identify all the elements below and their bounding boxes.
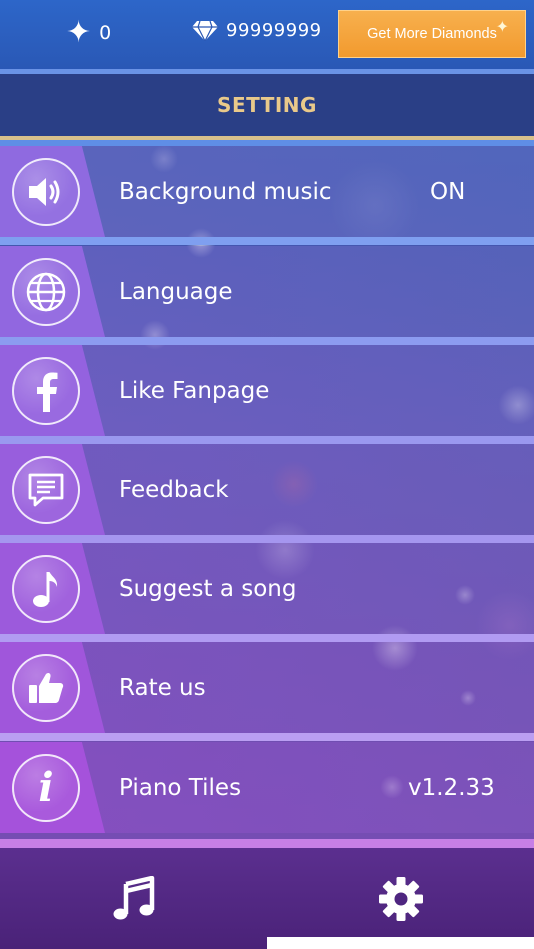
music-notes-icon [113,875,154,919]
setting-label: Language [119,278,233,305]
diamonds-count: 99999999 [226,20,322,41]
background-music-toggle[interactable]: ON [430,146,465,237]
music-note-icon [33,572,58,607]
app-version: v1.2.33 [408,774,495,801]
icon-badge [12,456,80,524]
row-divider [0,535,534,543]
get-more-diamonds-button[interactable]: Get More Diamonds ✦ [338,10,526,58]
row-divider [0,436,534,444]
page-title: SETTING [217,93,317,117]
setting-label: Like Fanpage [119,377,270,404]
diamond-icon [192,20,218,41]
globe-icon [26,272,66,312]
setting-row-like-fanpage[interactable]: Like Fanpage [0,345,534,444]
row-divider [0,634,534,642]
get-more-diamonds-label: Get More Diamonds [367,26,497,42]
row-divider [0,839,534,848]
setting-label: Rate us [119,674,206,701]
bottom-nav [0,848,534,949]
icon-badge [12,654,80,722]
setting-row-app-info: i Piano Tiles v1.2.33 [0,742,534,848]
currency-bar: ✦ 0 99999999 Get More Diamonds ✦ [0,0,534,70]
setting-label: Feedback [119,476,229,503]
setting-row-language[interactable]: Language [0,246,534,345]
row-divider [0,337,534,345]
speaker-icon [29,178,60,206]
chat-bubble-icon [28,473,64,507]
sparkle-star-icon: ✦ [66,15,92,50]
setting-row-background-music[interactable]: Background music ON [0,146,534,245]
icon-badge: i [12,754,80,822]
setting-row-feedback[interactable]: Feedback [0,444,534,543]
info-icon: i [38,764,54,811]
gear-icon [378,876,423,921]
stars-counter: ✦ 0 [66,18,111,48]
diamonds-counter: 99999999 [192,20,322,41]
icon-badge [12,555,80,623]
page-header: SETTING [0,74,534,136]
icon-badge [12,357,80,425]
facebook-icon [37,372,58,412]
app-name: Piano Tiles [119,774,242,801]
nav-settings-button[interactable] [267,848,534,949]
setting-label: Suggest a song [119,575,297,602]
row-divider [0,237,534,245]
row-divider [0,733,534,741]
active-tab-indicator [267,937,534,949]
stars-count: 0 [99,22,112,44]
setting-row-rate-us[interactable]: Rate us [0,642,534,741]
nav-songs-button[interactable] [0,848,267,949]
setting-label: Background music [119,178,332,205]
thumbs-up-icon [29,672,64,703]
icon-badge [12,158,80,226]
icon-badge [12,258,80,326]
setting-row-suggest-song[interactable]: Suggest a song [0,543,534,642]
sparkle-icon: ✦ [495,19,509,36]
